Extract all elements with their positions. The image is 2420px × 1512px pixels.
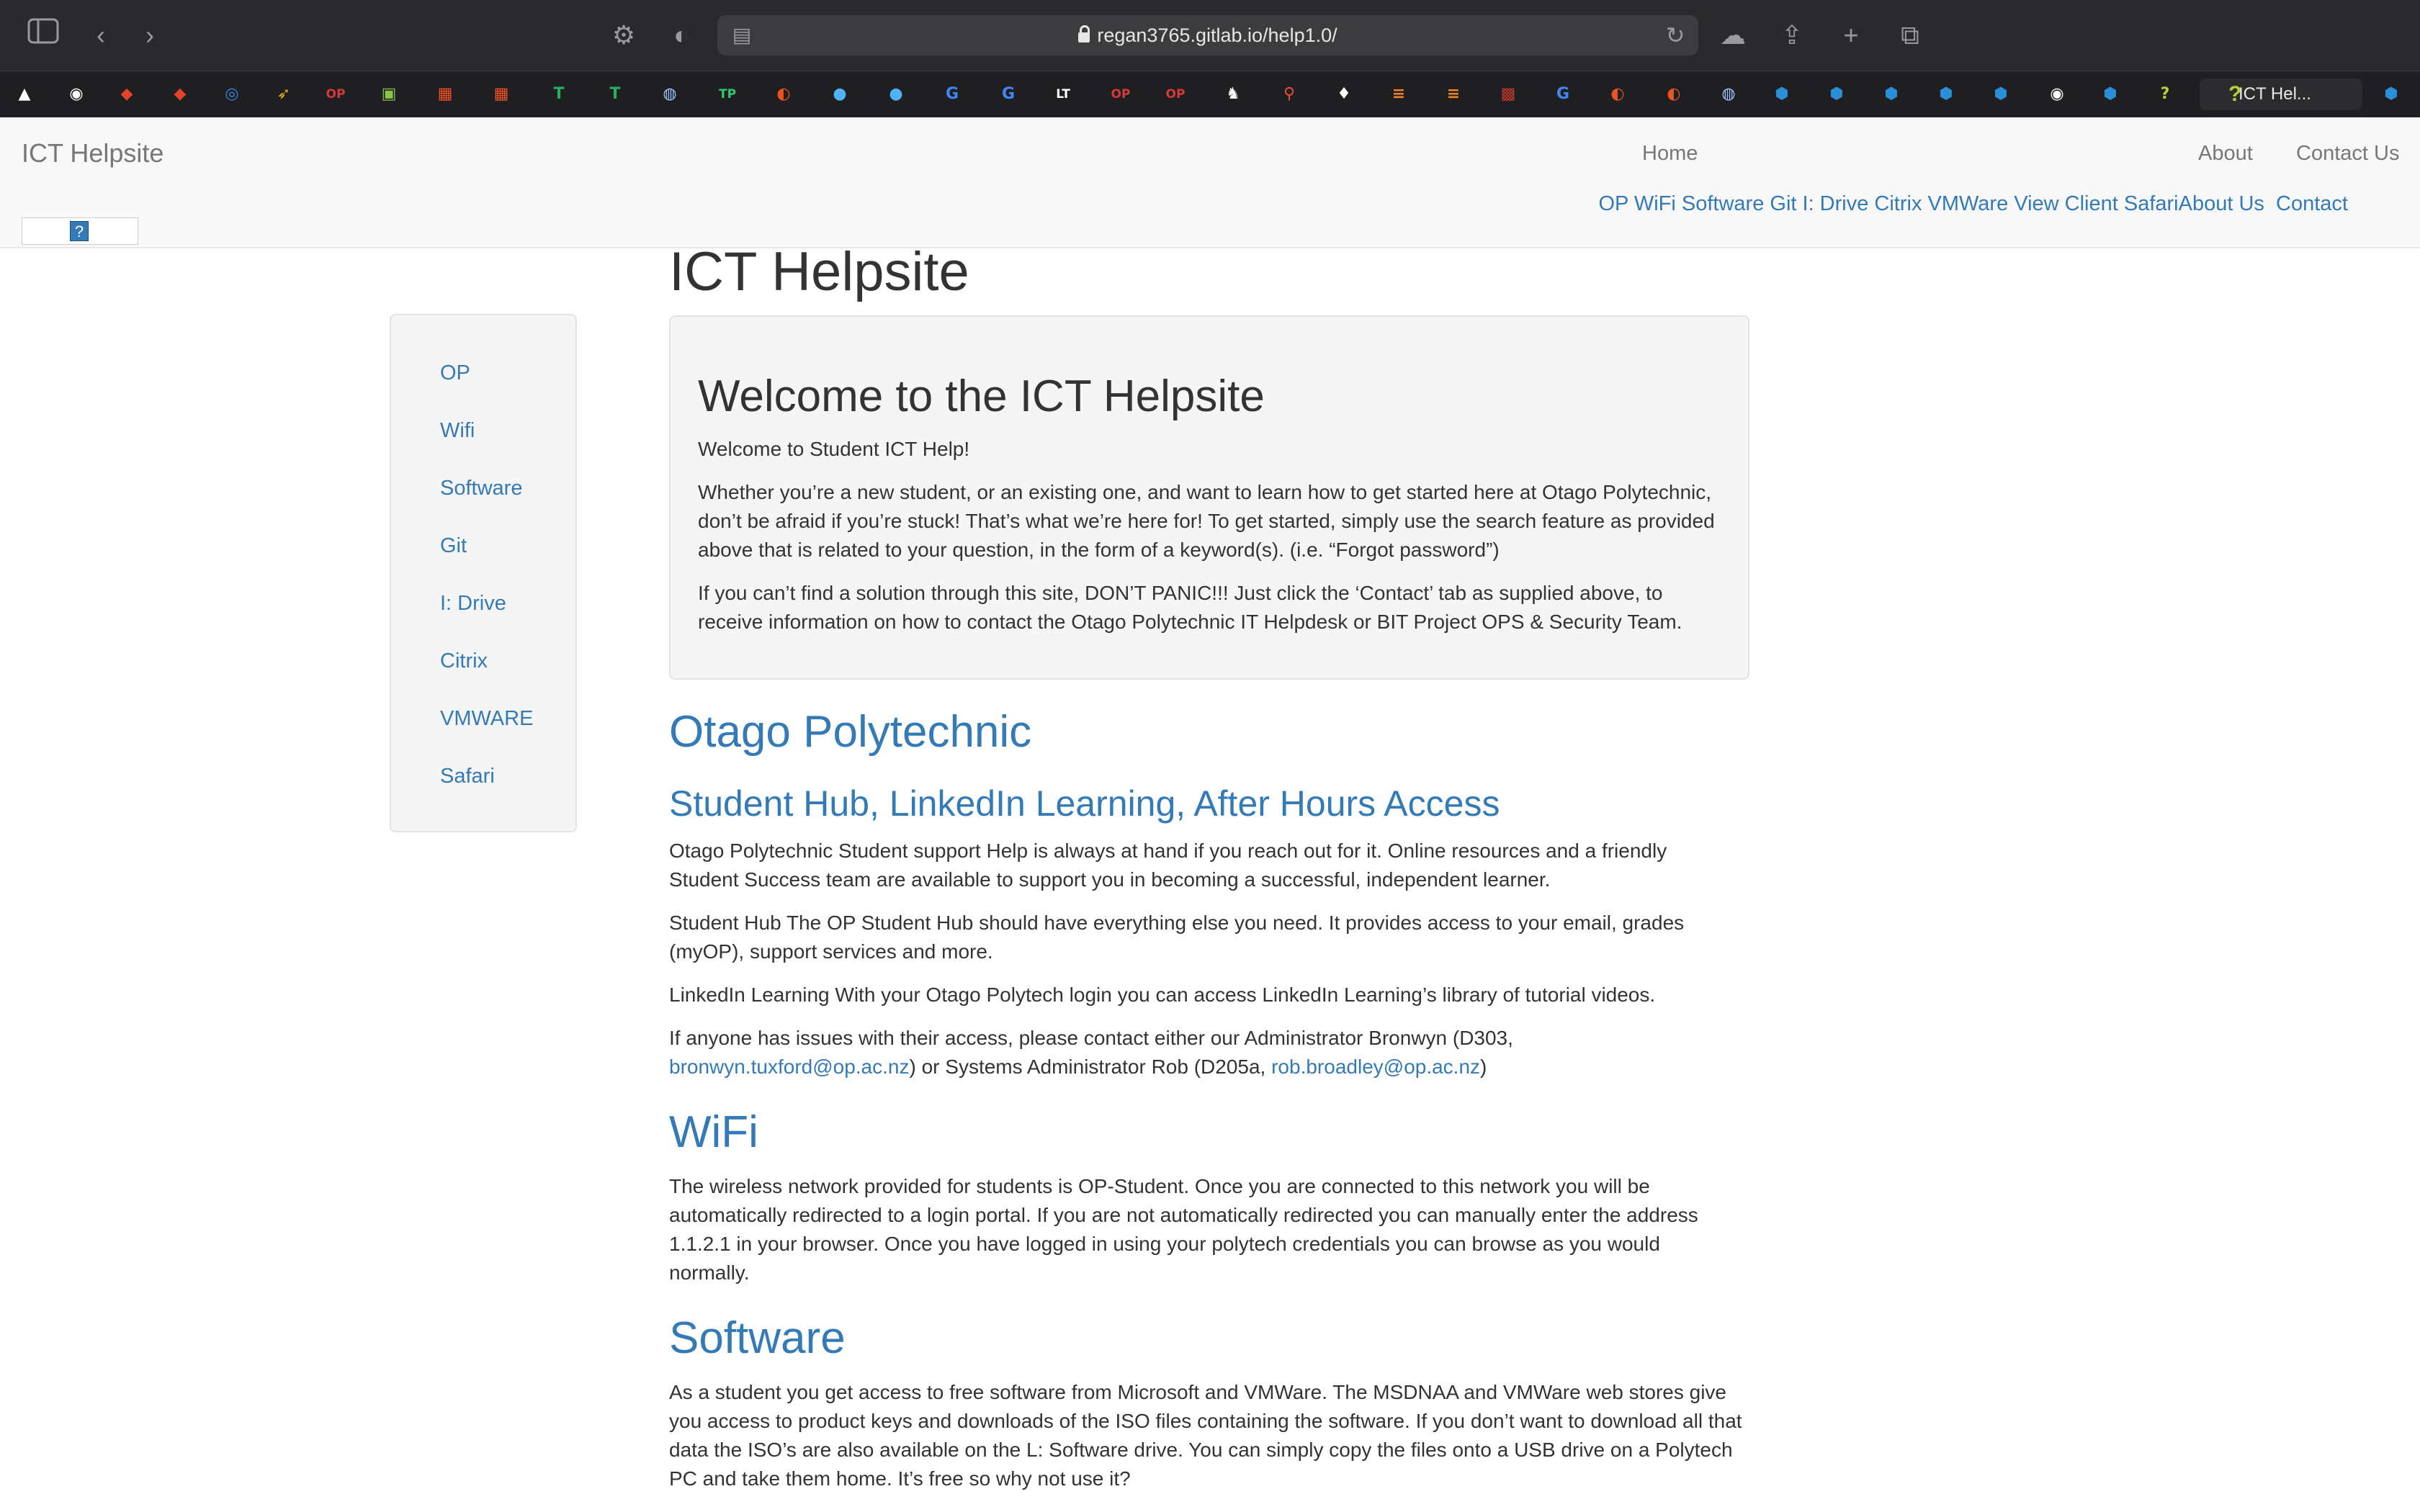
nav-about[interactable]: About [2198, 138, 2253, 169]
ubuntu-icon[interactable]: ◐ [1661, 81, 1687, 107]
hex-icon[interactable]: ⬢ [1988, 81, 2014, 107]
bird-icon[interactable]: ➶ [271, 81, 297, 107]
stack-icon[interactable]: ≡ [1440, 81, 1466, 107]
sidebar-nav: OP Wifi Software Git I: Drive Citrix VMW… [390, 314, 577, 832]
sidebar-item-safari[interactable]: Safari [440, 762, 495, 791]
sidebar-item-git[interactable]: Git [440, 531, 467, 560]
page-title: ICT Helpsite [669, 241, 969, 302]
linux-icon[interactable]: ♞ [1220, 81, 1246, 107]
op-icon[interactable]: OP [1108, 81, 1134, 107]
welcome-heading: Welcome to the ICT Helpsite [698, 372, 1265, 421]
bulb-icon[interactable]: ♦ [1331, 81, 1357, 107]
op-icon[interactable]: OP [1162, 81, 1188, 107]
active-tab[interactable]: ? ICT Hel... [2200, 78, 2362, 110]
active-tab-title: ICT Hel... [2238, 84, 2311, 104]
sidebar-item-wifi[interactable]: Wifi [440, 416, 475, 445]
hex-icon[interactable]: ⬢ [1878, 81, 1904, 107]
github-icon[interactable]: ◉ [63, 81, 89, 107]
nav-sub-links-text[interactable]: OP WiFi Software Git I: Drive Citrix VMW… [1598, 192, 2264, 215]
github-icon[interactable]: ◉ [2044, 81, 2070, 107]
sidebar-item-i-drive[interactable]: I: Drive [440, 589, 506, 618]
nav-home[interactable]: Home [1642, 138, 1698, 169]
question-icon[interactable]: ? [2152, 81, 2178, 107]
email-link-bronwyn[interactable]: bronwyn.tuxford@op.ac.nz [669, 1056, 909, 1078]
question-icon: ? [2228, 82, 2242, 106]
settings-gear-icon[interactable]: ⚙ [606, 18, 641, 53]
section-heading-op: Otago Polytechnic [669, 707, 1032, 757]
photo-icon[interactable]: ▩ [1495, 81, 1521, 107]
nav-sub-contact[interactable]: Contact [2276, 192, 2348, 215]
nav-sub-links: OP WiFi Software Git I: Drive Citrix VMW… [1598, 188, 2348, 220]
tab-overview-icon[interactable]: ⧉ [1893, 18, 1927, 53]
forward-icon[interactable]: › [133, 18, 167, 53]
op-access-text-b: ) or Systems Administrator Rob (D205a, [909, 1056, 1266, 1078]
hex-icon[interactable]: ⬢ [1824, 81, 1850, 107]
t-icon[interactable]: T [546, 81, 572, 107]
chat-icon[interactable]: ● [883, 81, 909, 107]
tp-icon[interactable]: TP [714, 81, 740, 107]
cloud-icon[interactable]: ☁ [1716, 18, 1750, 53]
pin-icon[interactable]: ⚲ [1276, 81, 1302, 107]
sidebar-item-software[interactable]: Software [440, 474, 522, 503]
lock-icon [1078, 25, 1090, 42]
section-subheading-op: Student Hub, LinkedIn Learning, After Ho… [669, 783, 1500, 824]
reload-icon[interactable]: ↻ [1658, 18, 1693, 53]
url-text: regan3765.gitlab.io/help1.0/ [1097, 24, 1337, 46]
op-icon[interactable]: OP [323, 81, 349, 107]
nav-search-widget[interactable]: ? [22, 217, 138, 245]
lt-icon[interactable]: LT [1050, 81, 1076, 107]
gitlab-icon[interactable]: ◆ [114, 81, 140, 107]
green-icon[interactable]: ▣ [376, 81, 402, 107]
gitlab-icon[interactable]: ◆ [167, 81, 193, 107]
op-paragraph-linkedin: LinkedIn Learning With your Otago Polyte… [669, 984, 1656, 1006]
google-icon[interactable]: G [939, 81, 965, 107]
google-icon[interactable]: G [995, 81, 1021, 107]
op-access-text-c: ) [1480, 1056, 1487, 1078]
help-question-icon[interactable]: ? [70, 221, 89, 241]
new-tab-icon[interactable]: + [1834, 18, 1868, 53]
op-paragraph-hub: Student Hub The OP Student Hub should ha… [669, 912, 1685, 963]
hex-icon[interactable]: ⬢ [2378, 81, 2404, 107]
welcome-intro: Welcome to Student ICT Help! [698, 438, 970, 460]
back-icon[interactable]: ‹ [84, 18, 118, 53]
email-link-rob[interactable]: rob.broadley@op.ac.nz [1271, 1056, 1480, 1078]
section-heading-software: Software [669, 1313, 846, 1363]
nav-contact-us[interactable]: Contact Us [2296, 138, 2399, 169]
hex-icon[interactable]: ⬢ [2097, 81, 2123, 107]
wifi-paragraph: The wireless network provided for studen… [669, 1175, 1698, 1284]
op-access-text-a: If anyone has issues with their access, … [669, 1027, 1513, 1049]
ring-icon[interactable]: ◎ [219, 81, 245, 107]
sidebar-item-citrix[interactable]: Citrix [440, 647, 488, 675]
globe-icon[interactable]: ◍ [657, 81, 683, 107]
a-logo-icon[interactable]: ▲ [12, 81, 37, 107]
sidebar-item-op[interactable]: OP [440, 359, 470, 387]
site-navbar: ICT Helpsite Home About Contact Us OP Wi… [0, 117, 2420, 248]
op-paragraph-support: Otago Polytechnic Student support Help i… [669, 840, 1667, 891]
stack-icon[interactable]: ≡ [1386, 81, 1412, 107]
op-paragraph-access: If anyone has issues with their access, … [669, 1024, 1728, 1081]
address-bar[interactable]: ▤ regan3765.gitlab.io/help1.0/ ↻ [717, 15, 1698, 55]
welcome-contact-paragraph: If you can’t find a solution through thi… [698, 582, 1682, 633]
welcome-paragraph: Whether you’re a new student, or an exis… [698, 481, 1715, 561]
share-icon[interactable]: ⇪ [1775, 18, 1809, 53]
microsoft-icon[interactable]: ▦ [432, 81, 458, 107]
browser-toolbar: ‹ › ⚙ ◐ ▤ regan3765.gitlab.io/help1.0/ ↻… [0, 0, 2420, 71]
globe-icon[interactable]: ◍ [1716, 81, 1742, 107]
microsoft-icon[interactable]: ▦ [488, 81, 514, 107]
chat-icon[interactable]: ● [827, 81, 853, 107]
ubuntu-icon[interactable]: ◐ [771, 81, 797, 107]
privacy-shield-icon[interactable]: ◐ [664, 18, 699, 53]
bookmarks-bar: ? ICT Hel... ⬢ ▲ ◉ ◆ ◆ ◎ ➶ OP ▣ ▦ ▦ T T ◍ TP ◐ ● ● G G LT OP… [0, 71, 2420, 117]
sidebar-toggle-icon[interactable] [26, 18, 60, 53]
ubuntu-icon[interactable]: ◐ [1605, 81, 1631, 107]
hex-icon[interactable]: ⬢ [1933, 81, 1959, 107]
site-brand[interactable]: ICT Helpsite [22, 135, 163, 172]
hex-icon[interactable]: ⬢ [1769, 81, 1795, 107]
software-paragraph: As a student you get access to free soft… [669, 1381, 1742, 1490]
google-icon[interactable]: G [1550, 81, 1576, 107]
section-heading-wifi: WiFi [669, 1107, 758, 1157]
t-icon[interactable]: T [602, 81, 628, 107]
sidebar-item-vmware[interactable]: VMWARE [440, 704, 533, 733]
